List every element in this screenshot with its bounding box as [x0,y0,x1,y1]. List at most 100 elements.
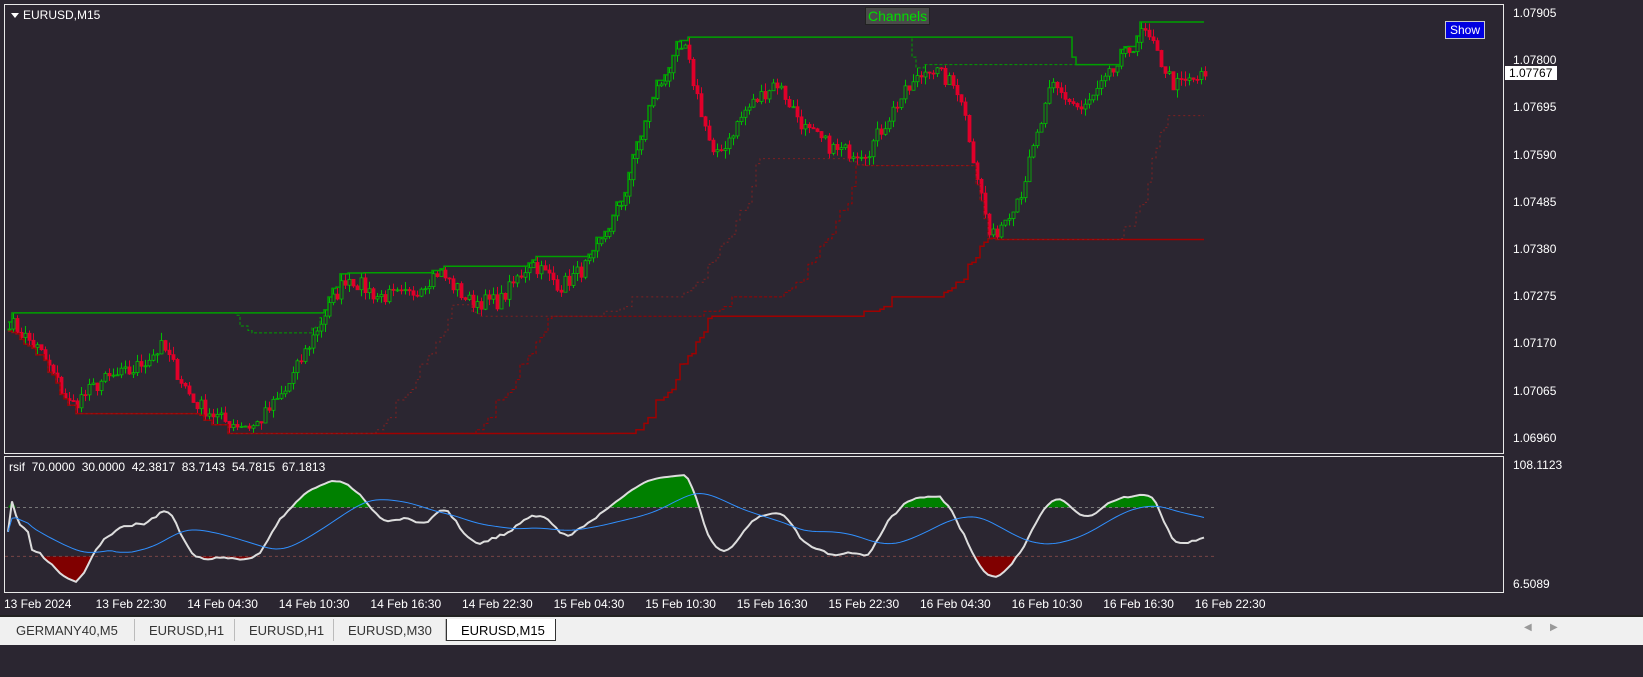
candle-body [295,360,300,374]
candle-body [367,288,372,294]
scroll-right-icon[interactable]: ▶ [1550,622,1558,633]
candle-body [131,372,136,375]
candle-body [563,275,568,293]
candle-body [779,85,784,89]
candle-body [511,281,516,284]
candle-body [851,156,856,159]
tab-germany40-m5[interactable]: GERMANY40,M5 [2,619,135,641]
candle-body [267,407,272,411]
candle-body [783,85,788,100]
candle-body [447,277,452,280]
candle-body [895,106,900,109]
candle-body [763,91,768,100]
candle-body [719,149,724,152]
tab-eurusd-h1[interactable]: EURUSD,H1 [135,619,235,641]
current-price-label: 1.07767 [1505,66,1557,80]
candle-body [543,265,548,271]
candle-body [915,75,920,83]
candle-body [23,332,28,338]
candle-body [311,334,316,349]
candle-body [111,374,116,377]
candle-body [539,265,544,275]
candle-body [1043,102,1048,124]
candle-body [587,257,592,262]
candle-body [1091,94,1096,101]
time-axis-label: 14 Feb 22:30 [462,597,533,611]
candle-body [423,288,428,291]
candle-body [951,75,956,86]
candle-body [299,360,304,363]
candle-body [715,149,720,153]
candle-body [211,413,216,418]
candle-body [731,135,736,139]
candle-body [811,127,816,130]
candle-body [759,91,764,102]
candle-body [535,262,540,275]
candle-body [1063,92,1068,100]
candle-body [1163,66,1168,74]
price-axis-label: 1.07695 [1513,100,1557,115]
symbol-label[interactable]: EURUSD,M15 [11,8,100,22]
candle-body [943,67,948,85]
candle-body [891,106,896,122]
candle-body [879,128,884,135]
candle-body [1007,218,1012,221]
candle-body [1095,87,1100,96]
candle-body [1107,68,1112,77]
candle-body [995,228,1000,238]
chart-tabs: GERMANY40,M5 EURUSD,H1 EURUSD,H1 EURUSD,M30… [0,615,1643,645]
candle-body [427,286,432,290]
candle-body [243,425,248,428]
candle-body [871,140,876,158]
show-button[interactable]: Show [1445,21,1486,39]
candle-body [235,424,240,428]
candle-body [395,289,400,292]
candle-body [967,115,972,143]
tab-eurusd-m15[interactable]: EURUSD,M15 [446,619,556,641]
candle-body [207,413,212,417]
candle-body [999,224,1004,238]
rsi-overbought-fill [8,475,1204,508]
candle-body [755,98,760,102]
time-axis-label: 13 Feb 2024 [4,597,72,611]
candle-body [727,137,732,150]
candle-body [1011,211,1016,219]
candle-body [823,135,828,139]
candle-body [503,292,508,300]
candle-body [827,135,832,154]
candle-body [751,98,756,108]
candle-body [795,106,800,118]
candle-body [959,94,964,103]
candle-body [415,294,420,297]
candle-body [359,277,364,291]
candle-body [855,156,860,159]
candle-body [803,124,808,130]
candle-body [883,128,888,135]
candle-body [1155,40,1160,51]
tab-eurusd-h1[interactable]: EURUSD,H1 [235,619,334,641]
candle-body [495,294,500,310]
candle-body [507,281,512,300]
scroll-left-icon[interactable]: ◀ [1524,622,1532,633]
tab-eurusd-m30[interactable]: EURUSD,M30 [334,619,446,641]
candle-body [123,366,128,369]
candle-body [7,328,12,331]
candle-body [371,288,376,300]
dropdown-triangle-icon[interactable] [11,12,19,18]
candle-body [191,393,196,403]
candle-body [307,347,312,350]
rsi-max-label: 108.1123 [1513,458,1563,472]
channel-lower-inner-line [8,164,1204,434]
candle-body [807,124,812,129]
candle-body [355,285,360,291]
price-axis-label: 1.07065 [1513,383,1557,398]
candle-body [195,402,200,410]
rsi-subwindow[interactable]: rsif 70.0000 30.0000 42.3817 83.7143 54.… [4,456,1504,593]
candle-body [723,148,728,151]
candle-body [291,372,296,384]
candle-body [1047,87,1052,104]
candle-body [1191,77,1196,80]
candle-body [95,382,100,391]
candle-body [839,147,844,150]
price-chart[interactable]: EURUSD,M15 Channels Show [4,4,1504,454]
